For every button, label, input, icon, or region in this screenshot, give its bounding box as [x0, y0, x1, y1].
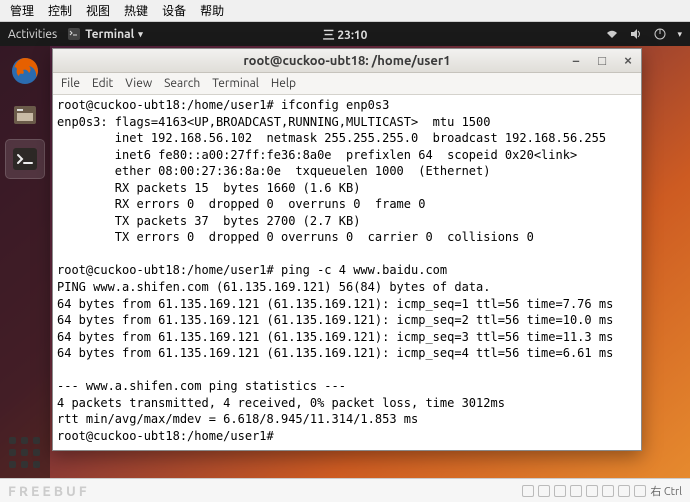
files-icon [11, 101, 39, 129]
power-icon[interactable] [653, 27, 667, 41]
status-hdd-icon[interactable] [522, 485, 534, 497]
menu-file[interactable]: File [61, 77, 80, 90]
window-title: root@cuckoo-ubt18: /home/user1 [243, 54, 450, 68]
vm-menu-device[interactable]: 设备 [162, 2, 186, 19]
volume-icon[interactable] [629, 27, 643, 41]
vm-menu-hotkey[interactable]: 热键 [124, 2, 148, 19]
terminal-icon [67, 27, 81, 41]
vm-menu-manage[interactable]: 管理 [10, 2, 34, 19]
menu-search[interactable]: Search [164, 77, 200, 90]
terminal-icon [11, 145, 39, 173]
network-icon[interactable] [605, 27, 619, 41]
ubuntu-top-bar: Activities Terminal ▾ 三 23:10 ▾ [0, 22, 690, 46]
terminal-output[interactable]: root@cuckoo-ubt18:/home/user1# ifconfig … [53, 95, 641, 450]
vm-status-bar: FREEBUF 右 Ctrl [0, 478, 690, 502]
host-key-label: 右 Ctrl [650, 483, 682, 499]
status-net-icon[interactable] [554, 485, 566, 497]
dock-terminal[interactable] [6, 140, 44, 178]
terminal-menubar: File Edit View Search Terminal Help [53, 73, 641, 95]
watermark: FREEBUF [8, 483, 90, 499]
ubuntu-dock [0, 46, 50, 478]
status-usb-icon[interactable] [570, 485, 582, 497]
show-applications-button[interactable] [4, 432, 46, 474]
menu-edit[interactable]: Edit [92, 77, 113, 90]
terminal-window: root@cuckoo-ubt18: /home/user1 – □ × Fil… [52, 48, 642, 451]
window-minimize-button[interactable]: – [569, 53, 583, 68]
status-record-icon[interactable] [618, 485, 630, 497]
menu-view[interactable]: View [125, 77, 152, 90]
window-titlebar[interactable]: root@cuckoo-ubt18: /home/user1 – □ × [53, 49, 641, 73]
window-close-button[interactable]: × [621, 53, 635, 68]
firefox-icon [10, 56, 40, 86]
active-app-indicator[interactable]: Terminal ▾ [67, 27, 143, 41]
menu-terminal[interactable]: Terminal [212, 77, 259, 90]
activities-button[interactable]: Activities [8, 28, 57, 41]
vm-menu-view[interactable]: 视图 [86, 2, 110, 19]
window-maximize-button[interactable]: □ [595, 53, 609, 68]
dock-firefox[interactable] [6, 52, 44, 90]
status-mouse-icon[interactable] [634, 485, 646, 497]
clock[interactable]: 三 23:10 [323, 26, 368, 43]
menu-help[interactable]: Help [271, 77, 296, 90]
vm-menubar: 管理 控制 视图 热键 设备 帮助 [0, 0, 690, 22]
chevron-down-icon: ▾ [138, 29, 143, 40]
status-shared-icon[interactable] [586, 485, 598, 497]
vm-menu-help[interactable]: 帮助 [200, 2, 224, 19]
status-disc-icon[interactable] [538, 485, 550, 497]
active-app-label: Terminal [85, 28, 134, 41]
status-display-icon[interactable] [602, 485, 614, 497]
vm-menu-control[interactable]: 控制 [48, 2, 72, 19]
dock-files[interactable] [6, 96, 44, 134]
chevron-down-icon[interactable]: ▾ [677, 29, 682, 40]
